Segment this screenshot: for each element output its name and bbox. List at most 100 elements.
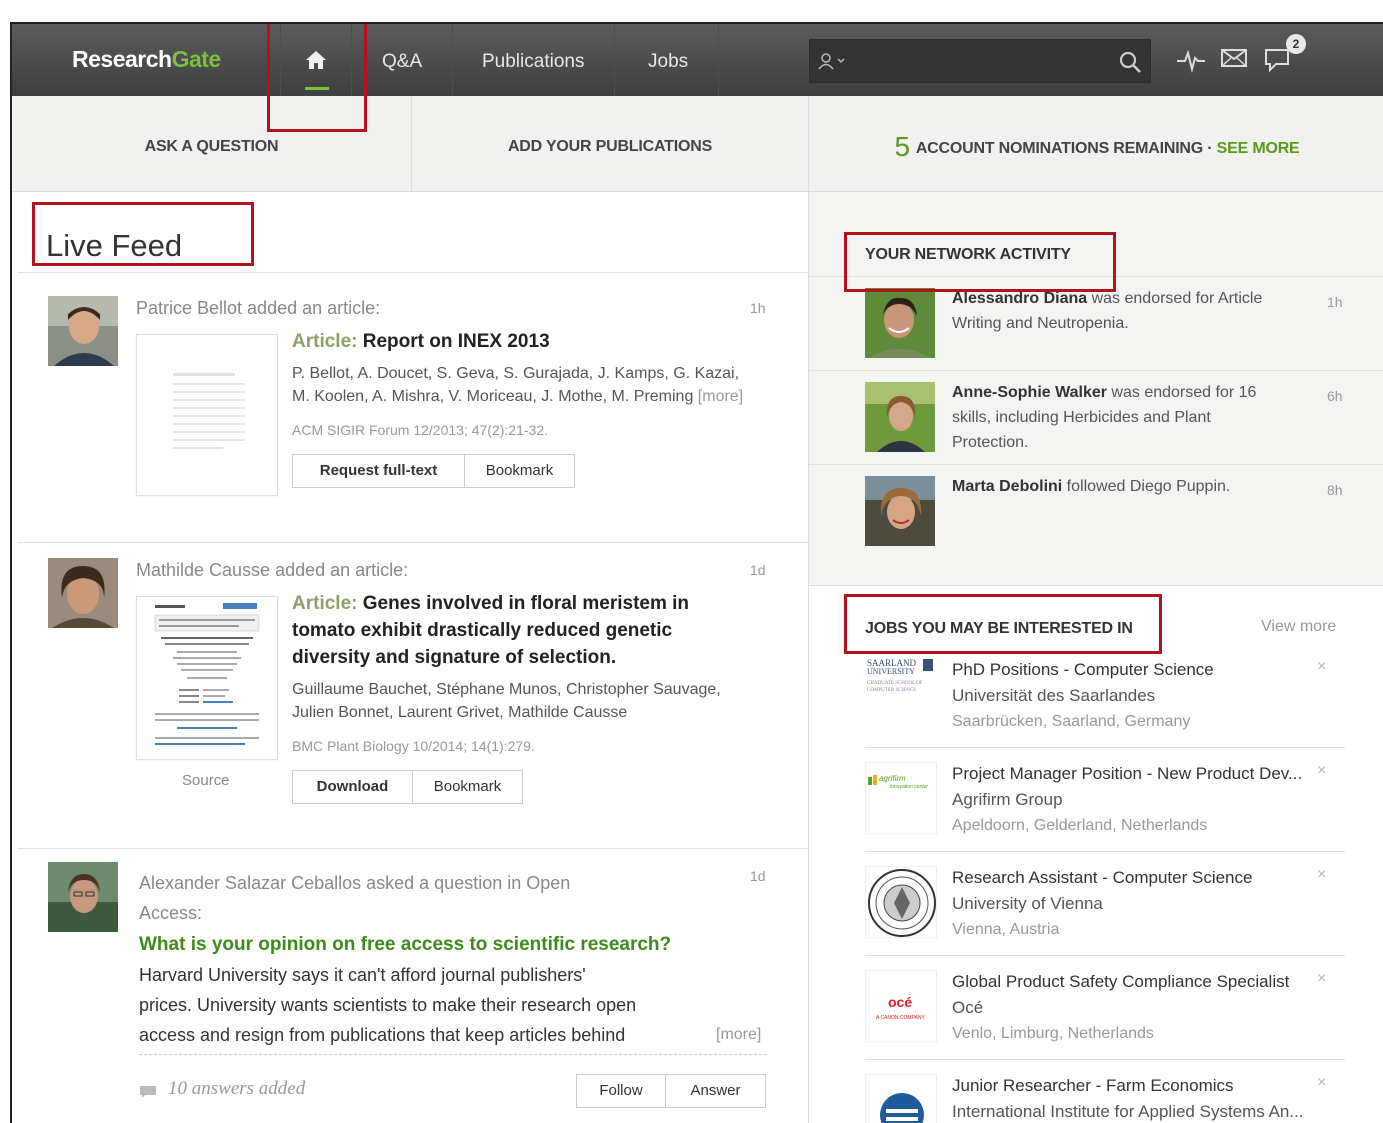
- nominations-count: 5: [894, 131, 910, 162]
- search-input[interactable]: [850, 48, 1110, 74]
- article-thumbnail[interactable]: [136, 334, 278, 496]
- authors-line-1: Guillaume Bauchet, Stéphane Munos, Chris…: [292, 681, 721, 698]
- job-organization[interactable]: Océ: [952, 998, 983, 1018]
- network-line-2: Writing and Neutropenia.: [952, 315, 1129, 332]
- network-item-time: 6h: [1327, 388, 1343, 404]
- more-authors-link[interactable]: [more]: [698, 388, 743, 405]
- agrifirm-logo[interactable]: agrifirm innovation center: [865, 762, 937, 834]
- article-title-line-2: tomato exhibit drastically reduced genet…: [292, 620, 673, 641]
- mail-icon[interactable]: [1220, 47, 1248, 69]
- source-label[interactable]: Source: [182, 772, 230, 789]
- network-action-text: was endorsed for 16: [1106, 384, 1257, 401]
- job-organization[interactable]: Universität des Saarlandes: [952, 686, 1155, 706]
- jobs-view-more-link[interactable]: View more: [1261, 618, 1336, 636]
- network-item-time: 1h: [1327, 294, 1343, 310]
- logo-text-gate: Gate: [171, 46, 222, 72]
- job-title-link[interactable]: Global Product Safety Compliance Special…: [952, 972, 1289, 992]
- dismiss-job-button[interactable]: ×: [1317, 762, 1326, 780]
- network-action-text: was endorsed for Article: [1087, 290, 1263, 307]
- university-seal-icon: [868, 869, 936, 937]
- article-thumbnail[interactable]: [136, 596, 278, 760]
- job-divider: [865, 851, 1345, 852]
- person-name-link[interactable]: Marta Debolini: [952, 478, 1062, 495]
- nominations-text: ACCOUNT NOMINATIONS REMAINING ·: [915, 140, 1213, 157]
- jobs-panel: JOBS YOU MAY BE INTERESTED IN View more …: [809, 585, 1383, 1123]
- bookmark-button[interactable]: Bookmark: [464, 454, 575, 488]
- job-title-link[interactable]: Project Manager Position - New Product D…: [952, 764, 1302, 784]
- avatar-patrice-bellot[interactable]: [48, 296, 118, 366]
- network-line-3: Protection.: [952, 434, 1029, 451]
- request-fulltext-button[interactable]: Request full-text: [292, 454, 465, 488]
- activity-pulse-icon[interactable]: [1176, 47, 1206, 73]
- follow-button[interactable]: Follow: [576, 1074, 666, 1108]
- article-title-line-1: Article: Genes involved in floral merist…: [292, 590, 689, 617]
- browser-frame: ResearchGate Q&A Publications Jobs 2 ASK…: [10, 22, 1383, 1123]
- network-line-1: Anne-Sophie Walker was endorsed for 16: [952, 380, 1292, 405]
- nav-jobs[interactable]: Jobs: [618, 24, 720, 96]
- saarland-university-logo[interactable]: SAARLAND UNIVERSITY GRADUATE SCHOOL OF C…: [865, 656, 937, 728]
- job-organization[interactable]: International Institute for Applied Syst…: [952, 1102, 1304, 1122]
- job-title-link[interactable]: Junior Researcher - Farm Economics: [952, 1076, 1234, 1096]
- avatar-anne-sophie-walker[interactable]: [865, 382, 935, 452]
- user-scope-icon[interactable]: [818, 52, 848, 70]
- avatar-marta-debolini[interactable]: [865, 476, 935, 546]
- document-preview-icon: [173, 373, 245, 449]
- article-authors: P. Bellot, A. Doucet, S. Geva, S. Guraja…: [292, 362, 743, 408]
- see-more-link[interactable]: SEE MORE: [1217, 140, 1300, 157]
- person-photo-icon: [48, 558, 118, 628]
- avatar-alessandro-diana[interactable]: [865, 288, 935, 358]
- top-navigation-bar: ResearchGate Q&A Publications Jobs 2: [12, 24, 1383, 96]
- oce-logo[interactable]: océ A CANON COMPANY: [865, 970, 937, 1042]
- job-title-link[interactable]: Research Assistant - Computer Science: [952, 868, 1252, 888]
- job-location: Vienna, Austria: [952, 921, 1060, 938]
- network-activity-text: Marta Debolini followed Diego Puppin.: [952, 474, 1292, 499]
- question-title[interactable]: What is your opinion on free access to s…: [139, 934, 671, 956]
- dismiss-job-button[interactable]: ×: [1317, 1074, 1326, 1092]
- search-icon[interactable]: [1118, 50, 1142, 74]
- logo-text-2: A CANON COMPANY: [876, 1015, 925, 1021]
- article-title-text: Report on INEX 2013: [362, 331, 550, 352]
- highlight-box-network-activity: [844, 232, 1116, 292]
- iiasa-logo[interactable]: [865, 1074, 937, 1123]
- answers-count[interactable]: 10 answers added: [168, 1078, 305, 1100]
- question-body-line-1: Harvard University says it can't afford …: [139, 965, 586, 985]
- company-logo-icon: agrifirm innovation center: [868, 774, 928, 790]
- account-nominations-banner: 5 ACCOUNT NOMINATIONS REMAINING · SEE MOR…: [808, 96, 1383, 192]
- highlight-box-jobs: [844, 594, 1162, 654]
- answer-button[interactable]: Answer: [665, 1074, 766, 1108]
- journal-citation: ACM SIGIR Forum 12/2013; 47(2):21-32.: [292, 422, 548, 438]
- job-divider: [865, 747, 1345, 748]
- authors-line-1: P. Bellot, A. Doucet, S. Geva, S. Guraja…: [292, 365, 740, 382]
- feed-item-heading: Patrice Bellot added an article:: [136, 298, 381, 318]
- logo-text-research: Research: [72, 46, 172, 72]
- job-organization[interactable]: Agrifirm Group: [952, 790, 1063, 810]
- action-strip: ASK A QUESTION ADD YOUR PUBLICATIONS: [12, 96, 808, 192]
- network-line-1: Marta Debolini followed Diego Puppin.: [952, 474, 1292, 499]
- avatar-mathilde-causse[interactable]: [48, 558, 118, 628]
- question-body: Harvard University says it can't afford …: [139, 960, 636, 1050]
- university-of-vienna-logo[interactable]: [865, 866, 937, 938]
- nav-qa[interactable]: Q&A: [352, 24, 454, 96]
- dismiss-job-button[interactable]: ×: [1317, 658, 1326, 676]
- person-name-link[interactable]: Anne-Sophie Walker: [952, 384, 1107, 401]
- feed-item-time: 1d: [750, 562, 766, 578]
- dismiss-job-button[interactable]: ×: [1317, 866, 1326, 884]
- person-name-link[interactable]: Alessandro Diana: [952, 290, 1087, 307]
- researchgate-logo[interactable]: ResearchGate: [72, 46, 221, 73]
- download-button[interactable]: Download: [292, 770, 413, 804]
- question-dotted-divider: [139, 1054, 767, 1055]
- job-title-link[interactable]: PhD Positions - Computer Science: [952, 660, 1214, 680]
- add-publications-button[interactable]: ADD YOUR PUBLICATIONS: [412, 96, 808, 192]
- avatar-alexander-salazar[interactable]: [48, 862, 118, 932]
- person-photo-icon: [48, 862, 118, 932]
- dismiss-job-button[interactable]: ×: [1317, 970, 1326, 988]
- article-authors: Guillaume Bauchet, Stéphane Munos, Chris…: [292, 678, 721, 724]
- bookmark-button[interactable]: Bookmark: [412, 770, 523, 804]
- highlight-box-live-feed: [32, 202, 254, 266]
- question-more-link[interactable]: [more]: [716, 1026, 761, 1044]
- job-organization[interactable]: University of Vienna: [952, 894, 1103, 914]
- article-title[interactable]: Article: Report on INEX 2013: [292, 328, 550, 355]
- logo-text-1: océ: [888, 994, 912, 1010]
- article-title[interactable]: Article: Genes involved in floral merist…: [292, 590, 689, 671]
- nav-publications[interactable]: Publications: [452, 24, 616, 96]
